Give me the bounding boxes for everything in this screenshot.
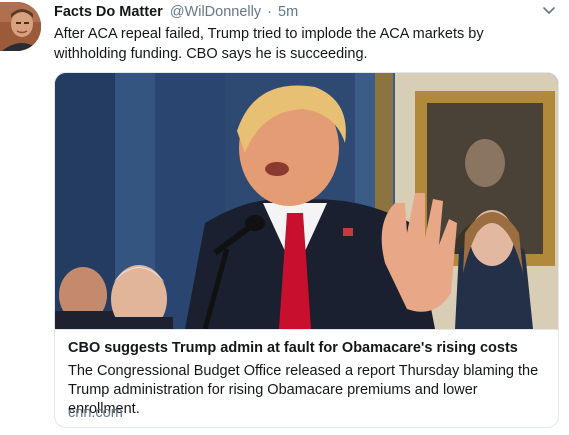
card-title[interactable]: CBO suggests Trump admin at fault for Ob… — [68, 339, 548, 358]
user-handle[interactable]: @WilDonnelly — [170, 4, 261, 20]
chevron-down-icon[interactable] — [541, 4, 557, 18]
card-body[interactable]: CBO suggests Trump admin at fault for Ob… — [55, 329, 558, 427]
profile-photo-icon — [0, 2, 41, 51]
tweet-header: Facts Do Matter @WilDonnelly · 5m — [54, 3, 545, 23]
card-image[interactable] — [55, 73, 558, 333]
display-name[interactable]: Facts Do Matter — [54, 4, 163, 20]
card-description: The Congressional Budget Office released… — [68, 363, 539, 417]
avatar[interactable] — [0, 2, 41, 51]
tweet: Facts Do Matter @WilDonnelly · 5m After … — [0, 0, 569, 435]
card-domain[interactable]: cnn.com — [68, 404, 123, 422]
news-photo-icon — [55, 73, 558, 333]
tweet-text: After ACA repeal failed, Trump tried to … — [54, 26, 484, 62]
timestamp[interactable]: 5m — [278, 4, 298, 20]
separator-dot: · — [267, 4, 272, 20]
link-card[interactable]: CBO suggests Trump admin at fault for Ob… — [54, 72, 559, 428]
